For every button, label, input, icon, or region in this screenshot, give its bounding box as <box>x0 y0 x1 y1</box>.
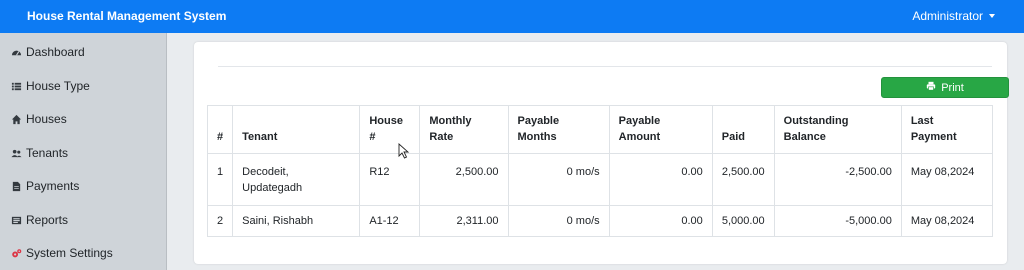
cogs-icon <box>10 247 22 259</box>
caret-down-icon <box>989 14 995 18</box>
main-content: Print # Tenant House # Monthly Rate Payabl… <box>167 33 1024 270</box>
sidebar-item-label: System Settings <box>26 246 113 260</box>
cell-house: A1-12 <box>359 205 421 237</box>
sidebar-item-label: Tenants <box>26 146 69 160</box>
user-name: Administrator <box>912 9 983 23</box>
cell-payable-months: 0 mo/s <box>507 205 610 237</box>
sidebar-item-system-settings[interactable]: System Settings <box>10 246 113 260</box>
cell-tenant: Decodeit, Updategadh <box>232 153 361 206</box>
cell-outstanding-balance: -2,500.00 <box>773 153 902 206</box>
print-icon <box>926 81 936 94</box>
cell-tenant: Saini, Rishabh <box>232 205 361 237</box>
print-label: Print <box>941 81 964 94</box>
cell-index: 1 <box>206 153 234 206</box>
sidebar-item-label: Reports <box>26 213 69 227</box>
sidebar-item-dashboard[interactable]: Dashboard <box>10 45 85 59</box>
cell-monthly-rate: 2,500.00 <box>419 153 509 206</box>
header-paid: Paid <box>711 105 775 154</box>
sidebar: Dashboard House Type Houses Tenants Paym… <box>0 33 167 270</box>
header-index: # <box>206 105 234 154</box>
cell-index: 2 <box>206 205 234 237</box>
cell-payable-amount: 0.00 <box>608 205 713 237</box>
app-title: House Rental Management System <box>27 9 227 23</box>
header-payable-months: Payable Months <box>507 105 610 154</box>
report-icon <box>10 214 22 226</box>
users-icon <box>10 147 22 159</box>
cell-payable-amount: 0.00 <box>608 153 713 206</box>
sidebar-item-label: Dashboard <box>26 45 85 59</box>
header-outstanding-balance: Outstanding Balance <box>773 105 902 154</box>
top-navbar: House Rental Management System Administr… <box>0 0 1024 33</box>
sidebar-item-label: House Type <box>26 79 90 93</box>
header-tenant: Tenant <box>232 105 361 154</box>
cell-monthly-rate: 2,311.00 <box>419 205 509 237</box>
cell-paid: 5,000.00 <box>711 205 775 237</box>
header-payable-amount: Payable Amount <box>608 105 713 154</box>
mouse-cursor-icon <box>398 143 410 159</box>
sidebar-item-reports[interactable]: Reports <box>10 213 68 227</box>
header-house: House # <box>359 105 421 154</box>
balance-table: # Tenant House # Monthly Rate Payable Month… <box>206 105 994 237</box>
header-monthly-rate: Monthly Rate <box>419 105 509 154</box>
cell-payable-months: 0 mo/s <box>507 153 610 206</box>
dashboard-icon <box>10 46 22 58</box>
sidebar-item-label: Payments <box>26 179 80 193</box>
report-card: Print # Tenant House # Monthly Rate Payabl… <box>194 42 1009 264</box>
table-row: 2 Saini, Rishabh A1-12 2,311.00 0 mo/s 0… <box>206 205 994 237</box>
cell-house: R12 <box>359 153 421 206</box>
table-header-row: # Tenant House # Monthly Rate Payable Month… <box>206 105 994 154</box>
cell-last-payment: May 08,2024 <box>900 153 994 206</box>
sidebar-item-label: Houses <box>26 112 67 126</box>
print-button[interactable]: Print <box>881 77 1009 98</box>
table-row: 1 Decodeit, Updategadh R12 2,500.00 0 mo/… <box>206 153 994 206</box>
cell-paid: 2,500.00 <box>711 153 775 206</box>
header-last-payment: Last Payment <box>900 105 994 154</box>
divider <box>218 66 992 67</box>
sidebar-item-payments[interactable]: Payments <box>10 179 79 193</box>
cell-last-payment: May 08,2024 <box>900 205 994 237</box>
user-menu[interactable]: Administrator <box>912 9 995 23</box>
sidebar-item-tenants[interactable]: Tenants <box>10 146 68 160</box>
sidebar-item-houses[interactable]: Houses <box>10 112 67 126</box>
sidebar-item-house-type[interactable]: House Type <box>10 79 90 93</box>
file-icon <box>10 180 22 192</box>
cell-outstanding-balance: -5,000.00 <box>773 205 902 237</box>
home-icon <box>10 113 22 125</box>
list-icon <box>10 80 22 92</box>
